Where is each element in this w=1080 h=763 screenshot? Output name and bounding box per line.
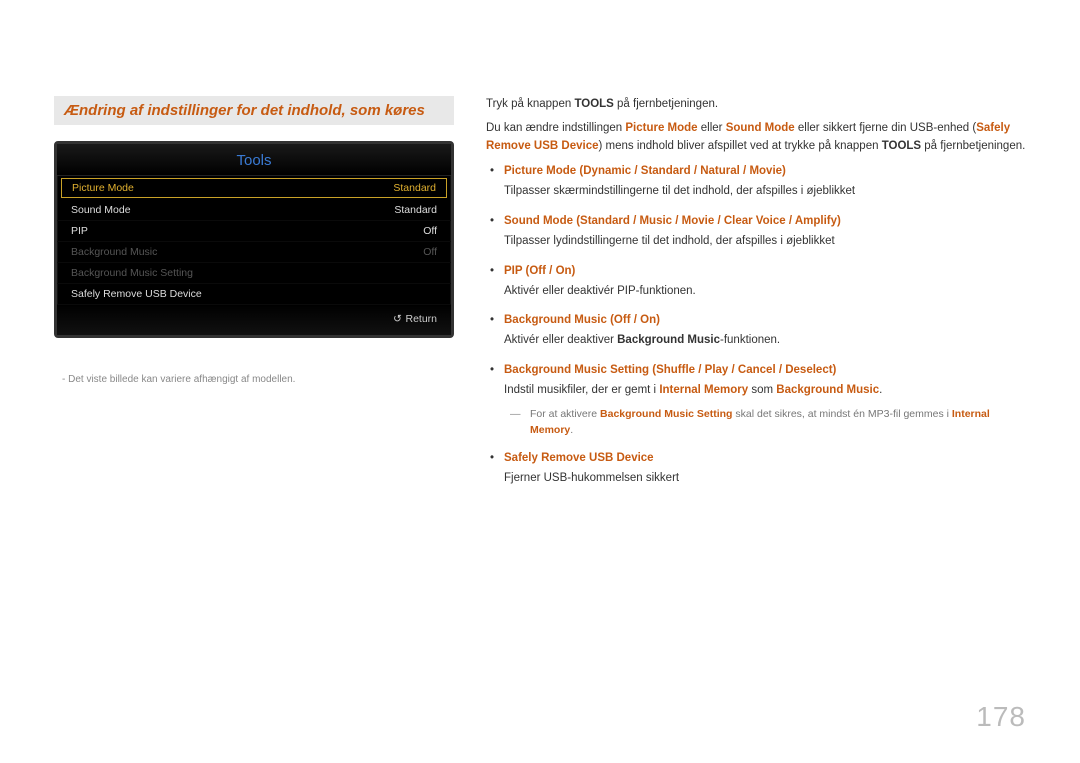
tools-row-value: Off [423,246,437,258]
intro-line-2: Du kan ændre indstillingen Picture Mode … [486,120,1026,156]
tools-panel-title: Tools [57,144,451,176]
page-number: 178 [976,701,1026,733]
tools-panel-body: Picture Mode Standard Sound Mode Standard PI… [57,178,451,305]
tools-row-value: Off [423,225,437,237]
image-disclaimer: Det viste billede kan variere afhængigt … [54,374,454,385]
option-item: Safely Remove USB Device Fjerner USB-huko… [486,450,1026,488]
tools-row-label: Safely Remove USB Device [71,288,202,300]
option-subnote: For at aktivere Background Music Setting… [504,406,1026,439]
option-item: Background Music (Off / On) Aktivér eller… [486,312,1026,350]
tools-row-label: PIP [71,225,88,237]
option-item: Sound Mode (Standard / Music / Movie / C… [486,213,1026,251]
tools-panel-footer: ↻Return [57,305,451,335]
option-desc: Aktivér eller deaktivér PIP-funktionen. [504,283,1026,301]
tools-row[interactable]: Picture Mode Standard [61,178,447,198]
option-head: Background Music Setting (Shuffle / Play… [504,362,1026,380]
option-head: Safely Remove USB Device [504,450,1026,468]
tools-row[interactable]: PIP Off [57,221,451,242]
tools-row-label: Background Music [71,246,157,258]
options-list: Picture Mode (Dynamic / Standard / Natur… [486,163,1026,487]
option-desc: Indstil musikfiler, der er gemt i Intern… [504,382,1026,400]
option-head: PIP (Off / On) [504,263,1026,281]
return-icon: ↻ [393,313,402,325]
section-heading: Ændring af indstillinger for det indhold… [54,96,454,125]
tools-row-label: Picture Mode [72,182,134,194]
option-desc: Aktivér eller deaktiver Background Music… [504,332,1026,350]
tools-row-label: Background Music Setting [71,267,193,279]
description-column: Tryk på knappen TOOLS på fjernbetjeninge… [486,96,1026,500]
option-item: Picture Mode (Dynamic / Standard / Natur… [486,163,1026,201]
option-desc: Fjerner USB-hukommelsen sikkert [504,470,1026,488]
tools-row[interactable]: Safely Remove USB Device [57,284,451,305]
option-item: Background Music Setting (Shuffle / Play… [486,362,1026,438]
option-head: Sound Mode (Standard / Music / Movie / C… [504,213,1026,231]
option-desc: Tilpasser skærmindstillingerne til det i… [504,183,1026,201]
tools-row[interactable]: Sound Mode Standard [57,200,451,221]
tools-row-value: Standard [393,182,436,194]
intro-line-1: Tryk på knappen TOOLS på fjernbetjeninge… [486,96,1026,114]
tools-panel: Tools Picture Mode Standard Sound Mode Stan… [54,141,454,338]
tools-row-label: Sound Mode [71,204,131,216]
option-head: Picture Mode (Dynamic / Standard / Natur… [504,163,1026,181]
tools-row-value: Standard [394,204,437,216]
option-item: PIP (Off / On) Aktivér eller deaktivér PI… [486,263,1026,301]
return-label: Return [405,313,437,325]
tools-row[interactable]: Background Music Off [57,242,451,263]
tools-row[interactable]: Background Music Setting [57,263,451,284]
option-desc: Tilpasser lydindstillingerne til det ind… [504,233,1026,251]
option-head: Background Music (Off / On) [504,312,1026,330]
